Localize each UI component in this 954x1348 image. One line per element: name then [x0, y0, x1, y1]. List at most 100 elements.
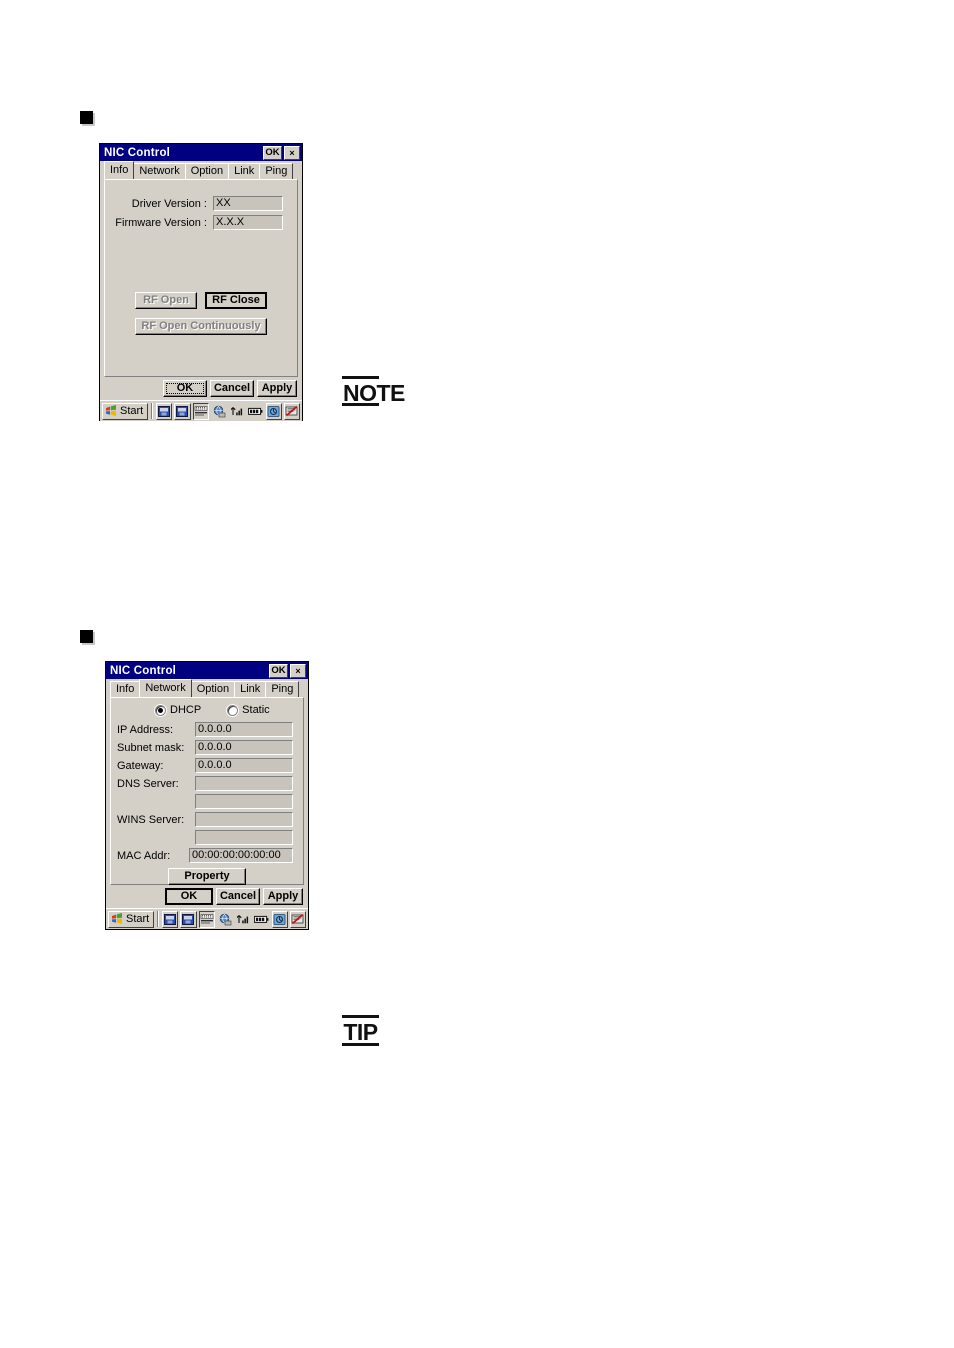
radio-static-icon[interactable]: [227, 704, 239, 716]
mac-address-field: 00:00:00:00:00:00: [189, 848, 293, 863]
addressing-mode-group: DHCP Static: [117, 704, 297, 716]
network-globe-icon[interactable]: [211, 403, 227, 420]
taskbar-info: Start: [100, 400, 302, 421]
dhcp-radio-row[interactable]: DHCP: [155, 704, 201, 716]
gateway-row: Gateway: 0.0.0.0: [117, 758, 297, 773]
mac-address-label: MAC Addr:: [117, 849, 171, 862]
rf-open-continuously-button[interactable]: RF Open Continuously: [135, 318, 267, 335]
network-globe-icon[interactable]: [217, 911, 233, 928]
wins-server-field-secondary[interactable]: [195, 830, 293, 845]
gateway-label: Gateway:: [117, 759, 164, 772]
app-window-icon-1[interactable]: [162, 910, 179, 928]
ip-address-field[interactable]: 0.0.0.0: [195, 722, 293, 737]
dns-server-field-secondary[interactable]: [195, 794, 293, 809]
tab-info[interactable]: Info: [104, 161, 135, 179]
window-title: NIC Control: [104, 146, 171, 159]
nic-control-window-info: NIC Control OK × Info Network Option Lin…: [99, 143, 303, 421]
tab-network[interactable]: Network: [139, 679, 192, 697]
firmware-version-row: Firmware Version : X.X.X: [105, 215, 297, 230]
apply-button[interactable]: Apply: [257, 380, 297, 397]
wins-server-secondary-row: [117, 830, 297, 845]
window-title: NIC Control: [110, 664, 177, 677]
titlebar-ok-button[interactable]: OK: [269, 663, 288, 678]
tabstrip-network: Info Network Option Link Ping: [106, 679, 308, 697]
dns-server-field-primary[interactable]: [195, 776, 293, 791]
ip-address-label: IP Address:: [117, 723, 174, 736]
driver-version-value: XX: [213, 196, 283, 211]
ok-button[interactable]: OK: [165, 888, 213, 905]
battery-icon[interactable]: [253, 911, 269, 928]
start-button[interactable]: Start: [108, 910, 155, 928]
subnet-mask-field[interactable]: 0.0.0.0: [195, 740, 293, 755]
scanner-disabled-icon[interactable]: [283, 402, 301, 420]
taskbar-network: Start: [106, 908, 308, 929]
section-bullet-2: [80, 630, 93, 643]
start-label: Start: [126, 913, 150, 925]
wins-server-label: WINS Server:: [117, 813, 185, 826]
tab-option[interactable]: Option: [184, 163, 230, 179]
app-window-icon-1[interactable]: [156, 402, 173, 420]
scanner-disabled-icon[interactable]: [289, 910, 307, 928]
wins-server-field-primary[interactable]: [195, 812, 293, 827]
rf-close-button[interactable]: RF Close: [205, 292, 267, 309]
static-radio-row[interactable]: Static: [227, 704, 270, 716]
dns-server-label: DNS Server:: [117, 777, 179, 790]
tab-option[interactable]: Option: [190, 681, 236, 697]
titlebar-ok-button[interactable]: OK: [263, 145, 282, 160]
section-bullet-1: [80, 111, 93, 124]
taskbar-separator-1: [157, 911, 160, 927]
close-icon[interactable]: ×: [284, 145, 300, 160]
dns-server-secondary-row: [117, 794, 297, 809]
windows-flag-icon: [105, 405, 118, 417]
titlebar-info: NIC Control OK ×: [100, 144, 302, 161]
signal-strength-icon[interactable]: [229, 403, 245, 420]
scanner-settings-icon[interactable]: [265, 402, 282, 420]
radio-dhcp-icon[interactable]: [155, 704, 166, 716]
dns-server-row: DNS Server:: [117, 776, 297, 791]
tab-ping[interactable]: Ping: [265, 681, 300, 697]
taskbar-separator-1: [151, 403, 154, 419]
wins-server-row: WINS Server:: [117, 812, 297, 827]
footer-button-bar-network: OK Cancel Apply: [106, 885, 308, 908]
note-stamp: NOTE: [342, 376, 405, 406]
gateway-field[interactable]: 0.0.0.0: [195, 758, 293, 773]
rf-button-group: RF Open RF Close RF Open Continuously: [135, 292, 267, 335]
cancel-button[interactable]: Cancel: [216, 888, 260, 905]
tab-info[interactable]: Info: [110, 681, 141, 697]
rf-open-button[interactable]: RF Open: [135, 292, 197, 309]
input-panel-keyboard-icon[interactable]: [198, 910, 215, 928]
scanner-settings-icon[interactable]: [271, 910, 288, 928]
property-button[interactable]: Property: [168, 868, 246, 885]
battery-icon[interactable]: [247, 403, 263, 420]
windows-flag-icon: [111, 913, 124, 925]
app-window-icon-2[interactable]: [180, 910, 197, 928]
info-tab-panel: Driver Version : XX Firmware Version : X…: [104, 179, 298, 377]
app-window-icon-2[interactable]: [174, 402, 191, 420]
tabstrip-info: Info Network Option Link Ping: [100, 161, 302, 179]
footer-button-bar-info: OK Cancel Apply: [100, 377, 302, 400]
firmware-version-label: Firmware Version :: [115, 216, 207, 229]
network-tab-panel: DHCP Static IP Address: 0.0.0.0 Subnet m…: [110, 697, 304, 885]
firmware-version-value: X.X.X: [213, 215, 283, 230]
tab-link[interactable]: Link: [234, 681, 267, 697]
mac-address-row: MAC Addr: 00:00:00:00:00:00: [117, 848, 297, 863]
input-panel-keyboard-icon[interactable]: [192, 402, 209, 420]
subnet-mask-row: Subnet mask: 0.0.0.0: [117, 740, 297, 755]
titlebar-network: NIC Control OK ×: [106, 662, 308, 679]
start-label: Start: [120, 405, 144, 417]
ok-button[interactable]: OK: [163, 380, 207, 397]
driver-version-label: Driver Version :: [131, 197, 207, 210]
tab-ping[interactable]: Ping: [259, 163, 294, 179]
signal-strength-icon[interactable]: [235, 911, 251, 928]
tip-stamp: TIP: [342, 1015, 379, 1046]
start-button[interactable]: Start: [102, 402, 149, 420]
static-label: Static: [242, 704, 270, 716]
ip-address-row: IP Address: 0.0.0.0: [117, 722, 297, 737]
cancel-button[interactable]: Cancel: [210, 380, 254, 397]
nic-control-window-network: NIC Control OK × Info Network Option Lin…: [105, 661, 309, 930]
apply-button[interactable]: Apply: [263, 888, 303, 905]
driver-version-row: Driver Version : XX: [105, 196, 297, 211]
tab-link[interactable]: Link: [228, 163, 261, 179]
tab-network[interactable]: Network: [133, 163, 186, 179]
close-icon[interactable]: ×: [290, 663, 306, 678]
